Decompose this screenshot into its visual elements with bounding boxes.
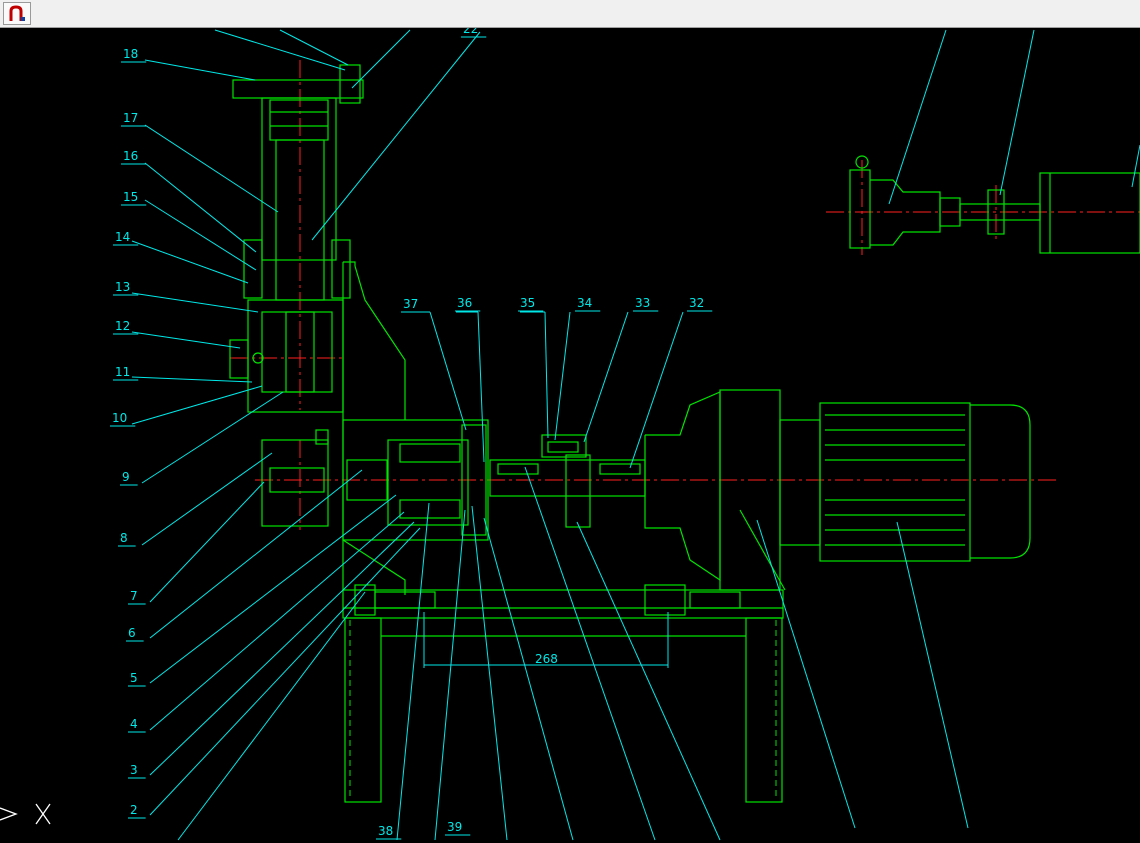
balloon-17: 17 <box>123 111 138 125</box>
balloon-16: 16 <box>123 149 138 163</box>
gearbox-body <box>342 261 646 595</box>
balloon-partial: 22 <box>463 28 478 36</box>
toolbar <box>0 0 1140 28</box>
app-logo-icon <box>9 4 25 21</box>
inset-assembly <box>849 155 1140 254</box>
balloon-5: 5 <box>130 671 138 685</box>
balloon-28: 34 <box>577 296 592 310</box>
balloon-labels: 18 17 16 15 14 13 12 11 10 9 8 7 6 5 4 3… <box>0 0 713 840</box>
dimension-text: 268 <box>535 652 558 666</box>
balloon-27: 33 <box>635 296 650 310</box>
balloon-32: 38 <box>378 824 393 838</box>
balloon-30: 36 <box>457 296 472 310</box>
hidden-lines <box>349 620 777 800</box>
leader-lines <box>131 29 1140 841</box>
balloon-26: 32 <box>689 296 704 310</box>
balloon-10: 10 <box>112 411 127 425</box>
balloon-8: 8 <box>120 531 128 545</box>
balloon-4: 4 <box>130 717 138 731</box>
balloon-12: 12 <box>115 319 130 333</box>
drawing-canvas[interactable]: 18 17 16 15 14 13 12 11 10 9 8 7 6 5 4 3… <box>0 0 1140 843</box>
balloon-33: 39 <box>447 820 462 834</box>
balloon-2: 2 <box>130 803 138 817</box>
balloon-7: 7 <box>130 589 138 603</box>
balloon-31: 37 <box>403 297 418 311</box>
cad-drawing: 18 17 16 15 14 13 12 11 10 9 8 7 6 5 4 3… <box>0 0 1140 841</box>
balloon-3: 3 <box>130 763 138 777</box>
ucs-icon <box>0 803 51 825</box>
motor-assembly <box>644 389 1031 591</box>
base-frame <box>342 584 784 803</box>
balloon-11: 11 <box>115 365 130 379</box>
balloon-9: 9 <box>122 470 130 484</box>
balloon-18: 18 <box>123 47 138 61</box>
app-logo-button[interactable] <box>3 2 31 25</box>
balloon-14: 14 <box>115 230 130 244</box>
balloon-29: 35 <box>520 296 535 310</box>
balloon-6: 6 <box>128 626 136 640</box>
balloon-13: 13 <box>115 280 130 294</box>
balloon-15: 15 <box>123 190 138 204</box>
